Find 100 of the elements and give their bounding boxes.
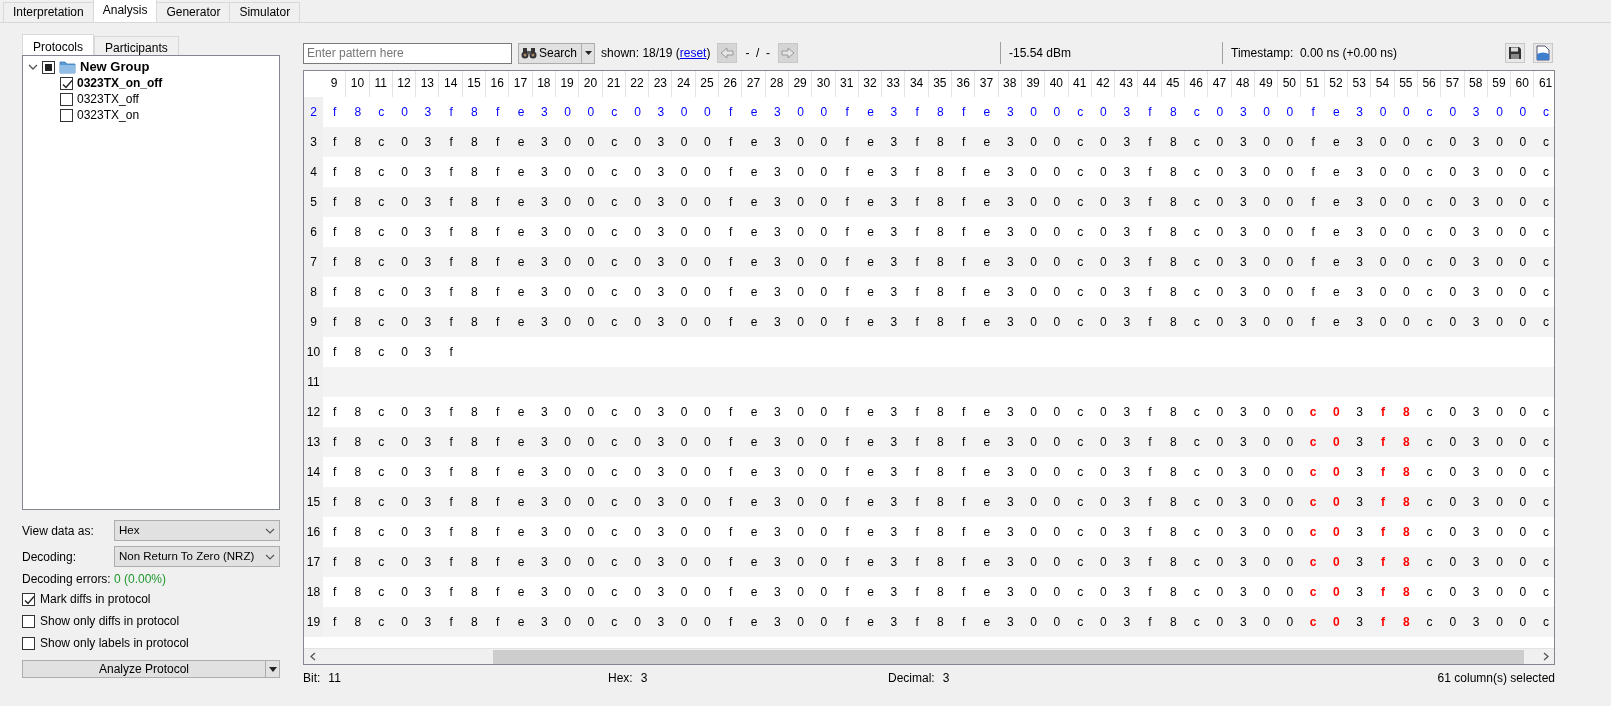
column-header[interactable]: 33: [882, 71, 906, 97]
column-header[interactable]: 18: [532, 71, 556, 97]
column-header[interactable]: 40: [1045, 71, 1069, 97]
column-header[interactable]: 41: [1068, 71, 1092, 97]
column-header[interactable]: 53: [1348, 71, 1372, 97]
table-cell-text: e: [749, 494, 759, 511]
row-header[interactable]: 18: [304, 577, 323, 607]
export-button[interactable]: [1533, 43, 1553, 63]
chevron-left-icon[interactable]: [309, 652, 316, 661]
column-header[interactable]: 60: [1511, 71, 1535, 97]
column-header[interactable]: 29: [788, 71, 813, 97]
decoding-select[interactable]: Non Return To Zero (NRZ): [114, 546, 280, 567]
table-cell-text: c: [1425, 254, 1434, 271]
column-header[interactable]: 10: [346, 71, 370, 97]
table-cell-text: 0: [1518, 284, 1528, 301]
column-header[interactable]: 48: [1231, 71, 1255, 97]
column-header[interactable]: 30: [812, 71, 836, 97]
column-header[interactable]: 32: [858, 71, 883, 97]
column-header[interactable]: 34: [905, 71, 929, 97]
checkbox[interactable]: [60, 76, 73, 90]
column-header[interactable]: 58: [1464, 71, 1488, 97]
tab[interactable]: Interpretation: [3, 2, 94, 22]
column-header[interactable]: 44: [1138, 71, 1162, 97]
column-header[interactable]: 42: [1091, 71, 1116, 97]
row-header[interactable]: 6: [304, 217, 323, 247]
column-header[interactable]: 14: [439, 71, 463, 97]
table-cell-text: c: [1425, 434, 1434, 451]
column-header[interactable]: 35: [928, 71, 952, 97]
column-header[interactable]: 27: [742, 71, 766, 97]
column-header[interactable]: 56: [1417, 71, 1442, 97]
column-header[interactable]: 39: [1021, 71, 1046, 97]
column-header[interactable]: 26: [719, 71, 743, 97]
column-header[interactable]: 13: [416, 71, 440, 97]
checkbox[interactable]: [60, 108, 73, 122]
tab[interactable]: Protocols: [22, 34, 95, 55]
column-header[interactable]: 16: [486, 71, 510, 97]
tree-item-label[interactable]: 0323TX_on: [77, 106, 140, 124]
column-header[interactable]: 19: [555, 71, 580, 97]
column-header[interactable]: 47: [1208, 71, 1232, 97]
row-header[interactable]: 14: [304, 457, 323, 487]
table-cell-text: e: [866, 404, 875, 421]
checkbox-label[interactable]: Mark diffs in protocol: [40, 590, 151, 608]
column-header[interactable]: 59: [1487, 71, 1512, 97]
column-header[interactable]: 43: [1115, 71, 1139, 97]
column-header[interactable]: 9: [323, 71, 347, 97]
row-header[interactable]: 4: [304, 157, 323, 187]
table-cell-text: 8: [470, 554, 479, 571]
checkbox[interactable]: [22, 592, 35, 606]
tab[interactable]: Participants: [94, 36, 179, 55]
column-header[interactable]: 50: [1278, 71, 1302, 97]
tree-item-label[interactable]: 0323TX_off: [77, 90, 139, 108]
column-header[interactable]: 55: [1394, 71, 1418, 97]
column-header[interactable]: 24: [672, 71, 696, 97]
column-header[interactable]: 61: [1534, 71, 1554, 97]
checkbox[interactable]: [60, 92, 73, 106]
checkbox[interactable]: [42, 60, 55, 74]
dropdown-button[interactable]: [581, 43, 595, 63]
checkbox-label[interactable]: Show only labels in protocol: [40, 634, 189, 652]
row-header[interactable]: 2: [304, 97, 323, 127]
tab[interactable]: Analysis: [92, 0, 158, 22]
save-button[interactable]: [1505, 43, 1525, 63]
column-header[interactable]: 28: [765, 71, 789, 97]
column-header[interactable]: 25: [695, 71, 720, 97]
row-header[interactable]: 10: [304, 337, 323, 367]
column-header[interactable]: 12: [392, 71, 417, 97]
column-header[interactable]: 51: [1301, 71, 1325, 97]
column-header[interactable]: 57: [1441, 71, 1465, 97]
column-header[interactable]: 22: [625, 71, 650, 97]
checkbox[interactable]: [22, 636, 35, 650]
table-cell-text: 3: [772, 194, 782, 211]
scrollbar-thumb[interactable]: [493, 649, 1524, 664]
column-header[interactable]: 31: [835, 71, 859, 97]
column-header[interactable]: 23: [649, 71, 673, 97]
checkbox[interactable]: [22, 614, 35, 628]
chevron-down-icon[interactable]: [28, 62, 38, 72]
row-header[interactable]: 8: [304, 277, 323, 307]
column-header[interactable]: 49: [1254, 71, 1279, 97]
search-field[interactable]: Enter pattern here: [303, 42, 512, 64]
column-header[interactable]: 20: [579, 71, 603, 97]
column-header[interactable]: 11: [369, 71, 393, 97]
column-header[interactable]: 54: [1371, 71, 1395, 97]
row-header[interactable]: 16: [304, 517, 323, 547]
column-header[interactable]: 15: [462, 71, 487, 97]
table-cell-text: 3: [656, 224, 666, 241]
row-header[interactable]: 12: [304, 397, 323, 427]
view-data-select[interactable]: Hex: [114, 520, 280, 541]
column-header[interactable]: 36: [952, 71, 976, 97]
column-header[interactable]: 37: [975, 71, 999, 97]
column-header[interactable]: 17: [509, 71, 533, 97]
dropdown-button[interactable]: [265, 661, 279, 677]
tab[interactable]: Simulator: [229, 2, 301, 22]
column-header[interactable]: 45: [1161, 71, 1185, 97]
column-header[interactable]: 46: [1185, 71, 1209, 97]
column-header[interactable]: 52: [1324, 71, 1349, 97]
chevron-right-icon[interactable]: [1542, 652, 1549, 661]
tree-item-label[interactable]: New Group: [80, 57, 150, 77]
column-header[interactable]: 38: [998, 71, 1022, 97]
column-header[interactable]: 21: [602, 71, 626, 97]
tree-item-label[interactable]: 0323TX_on_off: [77, 74, 163, 92]
checkbox-label[interactable]: Show only diffs in protocol: [40, 612, 180, 630]
